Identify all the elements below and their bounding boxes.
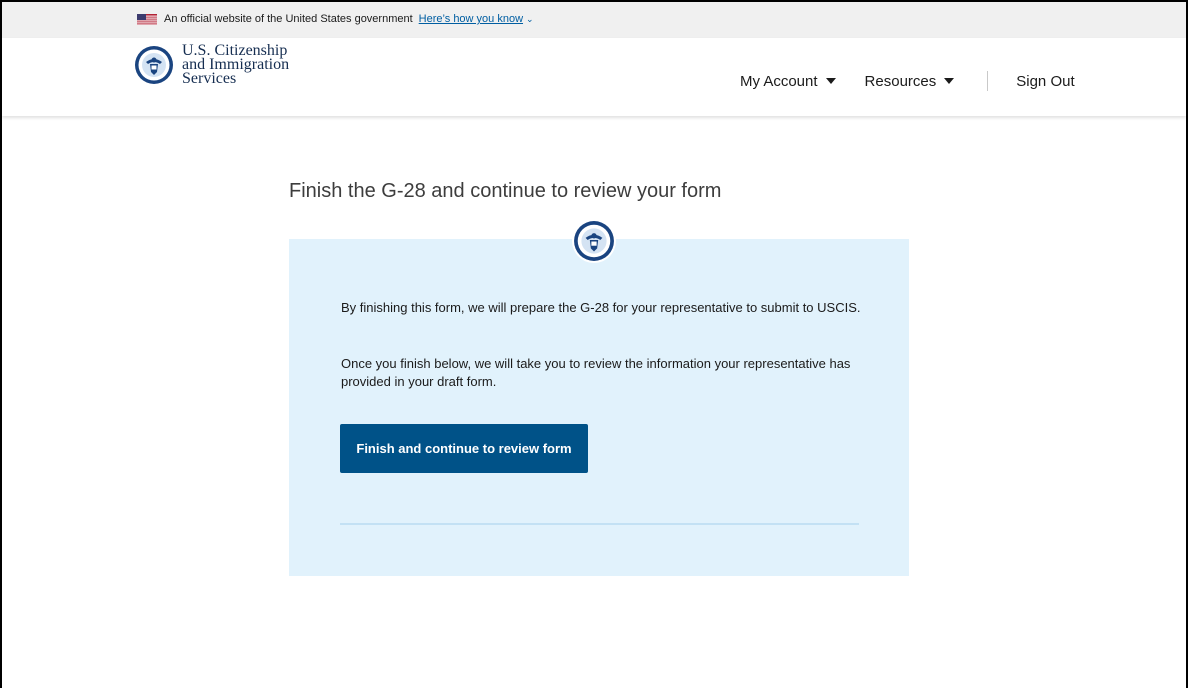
finish-and-continue-button[interactable]: Finish and continue to review form	[340, 424, 588, 473]
agency-name-line3: Services	[182, 70, 237, 87]
heres-how-you-know-label: Here’s how you know	[418, 13, 524, 25]
info-paragraph-1: By finishing this form, we will prepare …	[341, 300, 861, 315]
nav-my-account[interactable]: My Account	[740, 73, 836, 90]
agency-name: U.S. Citizenship and Immigration Service…	[182, 43, 289, 87]
site-header: U.S. Citizenship and Immigration Service…	[2, 38, 1186, 116]
nav-my-account-label: My Account	[740, 72, 818, 90]
gov-banner-content: An official website of the United States…	[137, 11, 534, 27]
uscis-logo-link[interactable]: U.S. Citizenship and Immigration Service…	[134, 43, 289, 87]
nav-sign-out[interactable]: Sign Out	[1016, 73, 1074, 90]
finish-panel	[289, 239, 909, 576]
main-nav: My Account Resources Sign Out	[740, 71, 1075, 91]
caret-down-icon	[944, 78, 955, 84]
heres-how-you-know-link[interactable]: Here’s how you know	[419, 13, 523, 25]
nav-resources-label: Resources	[864, 72, 937, 90]
gov-banner: An official website of the United States…	[2, 2, 1186, 38]
dhs-seal-icon	[574, 221, 614, 261]
gov-banner-text: An official website of the United States…	[164, 13, 413, 25]
dhs-seal-icon	[135, 46, 173, 84]
panel-seal	[572, 219, 616, 263]
panel-divider	[340, 523, 859, 525]
chevron-down-icon[interactable]: ⌄	[526, 14, 534, 25]
info-paragraph-2: Once you finish below, we will take you …	[341, 356, 851, 389]
us-flag-icon	[137, 13, 157, 25]
nav-sign-out-label: Sign Out	[1016, 72, 1075, 90]
caret-down-icon	[825, 78, 836, 84]
page-title: Finish the G-28 and continue to review y…	[289, 180, 722, 202]
nav-divider	[987, 71, 989, 91]
nav-resources[interactable]: Resources	[865, 73, 955, 90]
